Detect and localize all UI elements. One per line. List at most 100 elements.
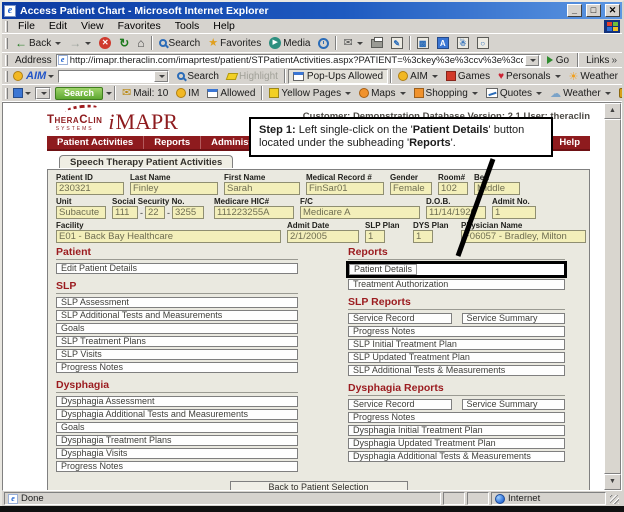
aol-search-input[interactable] bbox=[35, 87, 51, 100]
discuss-button[interactable]: ▩ bbox=[413, 35, 433, 52]
field-value[interactable]: 2/1/2005 bbox=[287, 230, 359, 243]
mail-button[interactable]: ✉ bbox=[339, 35, 366, 52]
patient-details-button[interactable]: Patient Details bbox=[349, 264, 417, 275]
slp-additional-tests-and-measurements-button[interactable]: SLP Additional Tests and Measurements bbox=[56, 310, 298, 321]
dysphagia-treatment-plans-button[interactable]: Dysphagia Treatment Plans bbox=[56, 435, 298, 446]
go-button[interactable]: Go bbox=[541, 55, 575, 66]
mail-status-button[interactable]: ✉Mail: 10 bbox=[118, 85, 172, 102]
menu-favorites[interactable]: Favorites bbox=[111, 20, 168, 32]
restore-button[interactable]: □ bbox=[586, 4, 601, 17]
talk-button[interactable]: ○ bbox=[473, 35, 493, 52]
aim-search-button[interactable]: Search bbox=[173, 68, 223, 85]
field-value[interactable]: Middle bbox=[474, 182, 520, 195]
back-button[interactable]: ←Back bbox=[11, 35, 65, 52]
field-value[interactable]: 1 bbox=[365, 230, 385, 243]
aol-weather-button[interactable]: ☁Weather bbox=[546, 85, 615, 102]
field-value[interactable]: Finley bbox=[130, 182, 218, 195]
research-button[interactable]: A bbox=[433, 35, 453, 52]
search-button[interactable]: Search bbox=[155, 35, 205, 52]
minimize-button[interactable]: _ bbox=[567, 4, 582, 17]
nav-item-reports[interactable]: Reports bbox=[144, 136, 201, 149]
ssn-box[interactable]: 111 bbox=[112, 206, 138, 219]
resize-grip[interactable] bbox=[608, 492, 620, 505]
field-value[interactable]: Female bbox=[390, 182, 432, 195]
scroll-up-button[interactable]: ▲ bbox=[604, 103, 621, 119]
favorites-button[interactable]: ★Favorites bbox=[204, 35, 265, 52]
highlight-button[interactable]: Highlight bbox=[223, 68, 282, 85]
nav-item-patient-activities[interactable]: Patient Activities bbox=[47, 136, 144, 149]
service-summary-button[interactable]: Service Summary bbox=[462, 313, 566, 324]
slp-assessment-button[interactable]: SLP Assessment bbox=[56, 297, 298, 308]
weather-button[interactable]: ☀Weather bbox=[565, 68, 623, 85]
slp-updated-treatment-plan-button[interactable]: SLP Updated Treatment Plan bbox=[348, 352, 565, 363]
field-value[interactable]: Sarah bbox=[224, 182, 300, 195]
field-value[interactable]: E01 - Back Bay Healthcare bbox=[56, 230, 281, 243]
allowed-button[interactable]: Allowed bbox=[203, 85, 259, 102]
scroll-down-button[interactable]: ▼ bbox=[604, 474, 621, 490]
combo-dropdown-button[interactable] bbox=[36, 88, 50, 99]
home-button[interactable]: ⌂ bbox=[133, 35, 148, 52]
progress-notes-button[interactable]: Progress Notes bbox=[348, 412, 565, 423]
popups-allowed-toggle[interactable]: Pop-Ups Allowed bbox=[288, 69, 388, 84]
field-value[interactable]: 11/14/1920 bbox=[426, 206, 486, 219]
field-value[interactable]: 111223255A bbox=[214, 206, 294, 219]
tab-speech-therapy-patient-activities[interactable]: Speech Therapy Patient Activities bbox=[59, 155, 233, 168]
slp-additional-tests-measurements-button[interactable]: SLP Additional Tests & Measurements bbox=[348, 365, 565, 376]
ssn-box[interactable]: 22 bbox=[145, 206, 165, 219]
chevron-down-icon[interactable] bbox=[106, 92, 112, 95]
menu-file[interactable]: File bbox=[11, 20, 42, 32]
service-record-button[interactable]: Service Record bbox=[348, 313, 452, 324]
chevron-down-icon[interactable] bbox=[25, 92, 31, 95]
history-button[interactable] bbox=[314, 35, 333, 52]
scrollbar-thumb[interactable] bbox=[604, 119, 621, 474]
forward-button[interactable]: → bbox=[65, 35, 95, 52]
dysphagia-additional-tests-measurements-button[interactable]: Dysphagia Additional Tests & Measurement… bbox=[348, 451, 565, 462]
menu-tools[interactable]: Tools bbox=[168, 20, 207, 32]
slp-initial-treatment-plan-button[interactable]: SLP Initial Treatment Plan bbox=[348, 339, 565, 350]
chevron-down-icon[interactable] bbox=[48, 75, 54, 78]
aim-menu-button[interactable]: AIM bbox=[394, 68, 442, 85]
field-value[interactable]: 230321 bbox=[56, 182, 124, 195]
edit-patient-details-button[interactable]: Edit Patient Details bbox=[56, 263, 298, 274]
chevron-down-icon[interactable] bbox=[85, 42, 91, 45]
dysphagia-visits-button[interactable]: Dysphagia Visits bbox=[56, 448, 298, 459]
goals-button[interactable]: Goals bbox=[56, 323, 298, 334]
field-value[interactable]: Subacute bbox=[56, 206, 106, 219]
chevron-down-icon[interactable] bbox=[55, 42, 61, 45]
aol-search-button[interactable]: Search bbox=[55, 87, 103, 100]
field-value[interactable]: FinSar01 bbox=[306, 182, 384, 195]
menu-view[interactable]: View bbox=[74, 20, 111, 32]
quotes-button[interactable]: Quotes bbox=[482, 85, 546, 102]
dysphagia-initial-treatment-plan-button[interactable]: Dysphagia Initial Treatment Plan bbox=[348, 425, 565, 436]
nav-item-help[interactable]: Help bbox=[548, 136, 590, 149]
field-value[interactable]: Medicare A bbox=[300, 206, 420, 219]
im-button[interactable]: IM bbox=[172, 85, 203, 102]
vertical-scrollbar[interactable]: ▲ ▼ bbox=[604, 103, 621, 490]
slp-treatment-plans-button[interactable]: SLP Treatment Plans bbox=[56, 336, 298, 347]
progress-notes-button[interactable]: Progress Notes bbox=[56, 362, 298, 373]
games-button[interactable]: Games bbox=[442, 68, 494, 85]
service-record-button[interactable]: Service Record bbox=[348, 399, 452, 410]
dysphagia-updated-treatment-plan-button[interactable]: Dysphagia Updated Treatment Plan bbox=[348, 438, 565, 449]
print-button[interactable] bbox=[367, 35, 387, 52]
back-to-patient-selection-button[interactable]: Back to Patient Selection bbox=[230, 481, 408, 490]
messenger-button[interactable]: ☃ bbox=[453, 35, 473, 52]
combo-dropdown-button[interactable] bbox=[154, 71, 168, 82]
slp-visits-button[interactable]: SLP Visits bbox=[56, 349, 298, 360]
media-button[interactable]: ▶Media bbox=[265, 35, 314, 52]
edit-button[interactable]: ✎ bbox=[387, 35, 407, 52]
dysphagia-additional-tests-and-measurements-button[interactable]: Dysphagia Additional Tests and Measureme… bbox=[56, 409, 298, 420]
links-menu[interactable]: Links» bbox=[581, 55, 622, 66]
field-value[interactable]: 1 bbox=[492, 206, 536, 219]
menu-help[interactable]: Help bbox=[206, 20, 242, 32]
personals-button[interactable]: ♥Personals bbox=[494, 68, 564, 85]
service-summary-button[interactable]: Service Summary bbox=[462, 399, 566, 410]
progress-notes-button[interactable]: Progress Notes bbox=[56, 461, 298, 472]
dysphagia-assessment-button[interactable]: Dysphagia Assessment bbox=[56, 396, 298, 407]
ssn-box[interactable]: 3255 bbox=[172, 206, 204, 219]
progress-notes-button[interactable]: Progress Notes bbox=[348, 326, 565, 337]
chevron-down-icon[interactable] bbox=[357, 42, 363, 45]
refresh-button[interactable]: ↻ bbox=[115, 35, 133, 52]
address-dropdown-button[interactable] bbox=[525, 55, 539, 66]
shopping-button[interactable]: Shopping bbox=[410, 85, 482, 102]
